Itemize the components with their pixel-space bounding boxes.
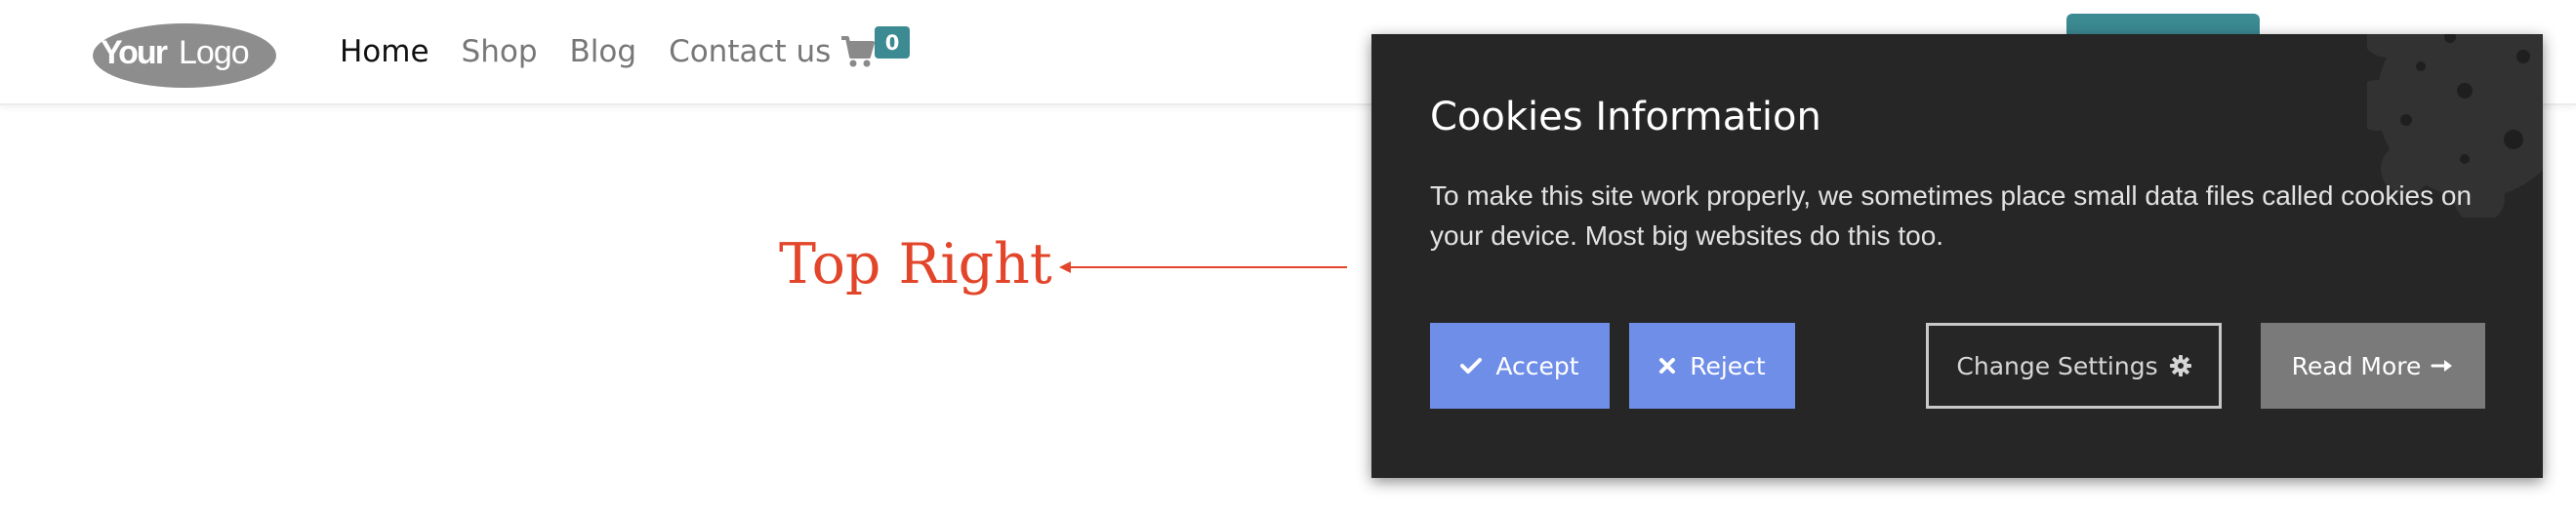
arrow-right-icon — [2431, 357, 2454, 375]
shopping-cart-icon[interactable] — [839, 33, 875, 68]
logo-graphic: Your Logo — [93, 23, 276, 88]
nav-item-home[interactable]: Home — [340, 34, 429, 69]
svg-text:Your: Your — [101, 34, 168, 71]
nav-item-shop[interactable]: Shop — [462, 34, 538, 69]
change-settings-label: Change Settings — [1956, 351, 2158, 380]
read-more-button[interactable]: Read More — [2261, 323, 2485, 409]
reject-label: Reject — [1690, 351, 1766, 380]
x-icon — [1658, 357, 1676, 375]
main-nav: Home Shop Blog Contact us — [340, 0, 863, 103]
modal-description: To make this site work properly, we some… — [1430, 180, 2473, 251]
accept-label: Accept — [1495, 351, 1579, 380]
read-more-label: Read More — [2291, 351, 2422, 380]
modal-title: Cookies Information — [1430, 95, 1821, 139]
svg-text:Logo: Logo — [179, 34, 249, 71]
cookie-consent-dialog: Cookies Information To make this site wo… — [1371, 34, 2543, 478]
nav-item-contact[interactable]: Contact us — [669, 34, 831, 69]
cart-count-badge: 0 — [875, 26, 910, 59]
gear-icon — [2169, 355, 2191, 376]
site-logo[interactable]: Your Logo — [91, 18, 278, 90]
change-settings-button[interactable]: Change Settings — [1926, 323, 2222, 409]
checkmark-icon — [1460, 357, 1483, 375]
reject-button[interactable]: Reject — [1629, 323, 1795, 409]
nav-item-blog[interactable]: Blog — [570, 34, 637, 69]
arrow-left-icon — [1059, 261, 1347, 273]
accept-button[interactable]: Accept — [1430, 323, 1610, 409]
annotation-label: Top Right — [779, 232, 1052, 297]
